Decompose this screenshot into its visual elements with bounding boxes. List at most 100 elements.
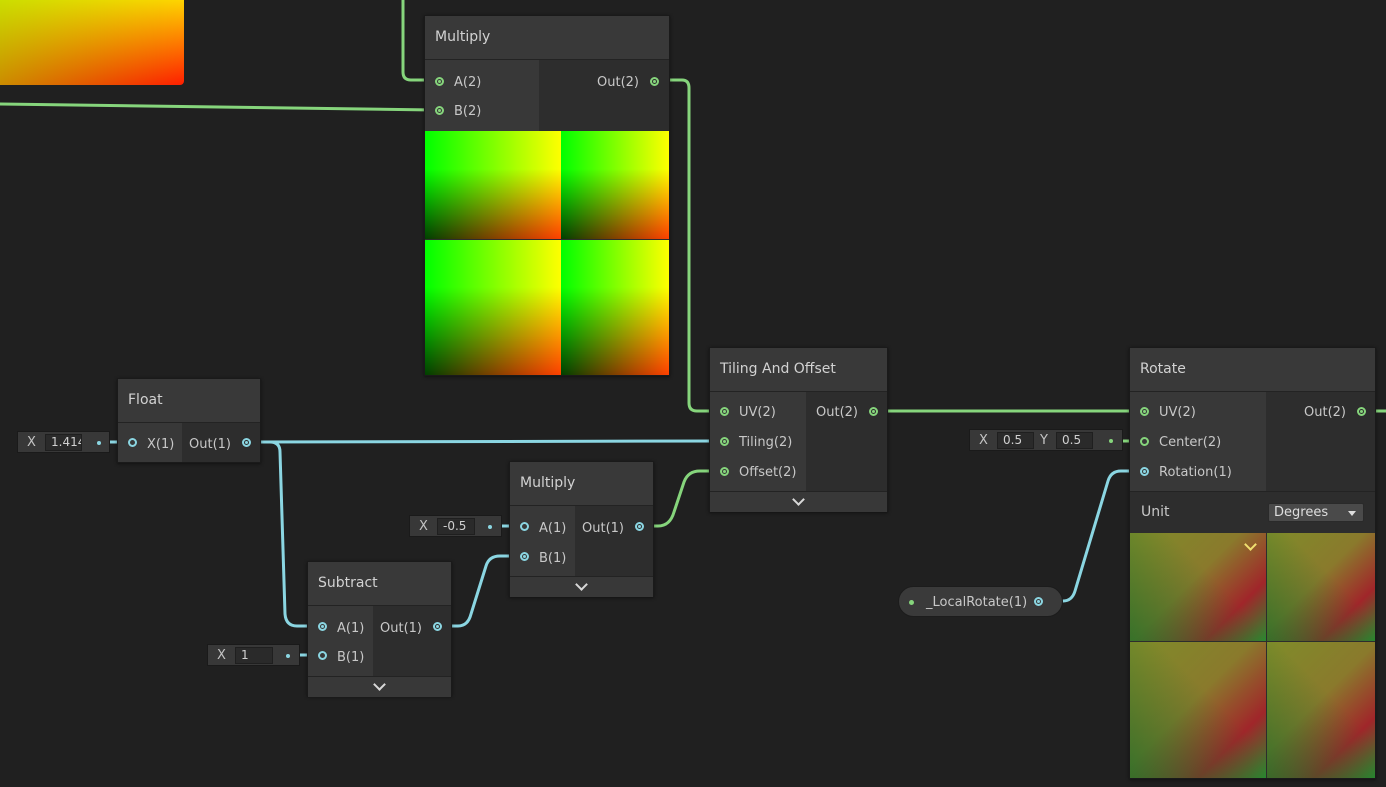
port-a-icon[interactable] <box>520 522 529 531</box>
port-label-b: B(1) <box>539 551 567 566</box>
port-label-offset: Offset(2) <box>739 465 797 480</box>
unit-settings-row: Unit Degrees <box>1130 491 1375 533</box>
field-value-x[interactable]: 1.414 <box>45 434 82 451</box>
port-out-icon[interactable] <box>242 438 251 447</box>
chevron-down-icon <box>791 493 805 506</box>
output-ports: Out(1) <box>575 506 653 576</box>
input-ports: A(1) B(1) <box>510 506 575 576</box>
port-label-rotation: Rotation(1) <box>1159 465 1232 480</box>
input-ports: X(1) <box>118 423 182 462</box>
unit-dropdown-value: Degrees <box>1274 505 1329 520</box>
node-preview <box>1130 533 1375 778</box>
field-value-center-y[interactable]: 0.5 <box>1056 432 1093 449</box>
field-label-x: X <box>217 648 226 663</box>
output-ports: Out(2) <box>806 392 887 491</box>
port-uv-icon[interactable] <box>1140 407 1149 416</box>
node-title: Multiply <box>425 16 669 60</box>
port-uv-icon[interactable] <box>720 407 729 416</box>
port-label-b: B(2) <box>454 104 482 119</box>
port-x-icon[interactable] <box>128 438 137 447</box>
port-rotation-icon[interactable] <box>1140 467 1149 476</box>
multiply-node-small[interactable]: Multiply A(1) B(1) Out(1) <box>509 461 654 597</box>
port-out-icon[interactable] <box>1357 407 1366 416</box>
unit-dropdown[interactable]: Degrees <box>1268 503 1364 522</box>
field-label-x: X <box>419 519 428 534</box>
port-out-icon[interactable] <box>1034 597 1043 606</box>
port-a-icon[interactable] <box>435 77 444 86</box>
port-label-uv: UV(2) <box>1159 405 1196 420</box>
port-label-out: Out(2) <box>1304 405 1346 420</box>
port-out-icon[interactable] <box>869 407 878 416</box>
input-ports: A(2) B(2) <box>425 60 540 131</box>
node-title: Rotate <box>1130 348 1375 392</box>
rotate-node[interactable]: Rotate UV(2) Center(2) Rotation(1) Out(2… <box>1129 347 1376 779</box>
port-center-icon[interactable] <box>1140 437 1149 446</box>
port-a-icon[interactable] <box>318 622 327 631</box>
port-b-icon[interactable] <box>520 552 529 561</box>
output-ports: Out(2) <box>539 60 669 131</box>
float-node[interactable]: Float X(1) Out(1) <box>117 378 261 463</box>
port-label-a: A(1) <box>337 621 365 636</box>
node-preview <box>425 131 669 375</box>
property-label: _LocalRotate(1) <box>926 595 1028 610</box>
output-ports: Out(2) <box>1266 392 1375 491</box>
node-title: Float <box>118 379 260 423</box>
port-label-center: Center(2) <box>1159 435 1222 450</box>
port-label-out: Out(1) <box>189 437 231 452</box>
port-label-out: Out(2) <box>597 75 639 90</box>
port-label-out: Out(1) <box>582 521 624 536</box>
wire-float-to-tiling <box>249 439 722 444</box>
field-value-x[interactable]: 1 <box>235 647 273 664</box>
port-b-icon[interactable] <box>435 106 444 115</box>
port-out-icon[interactable] <box>650 77 659 86</box>
node-title: Tiling And Offset <box>710 348 887 392</box>
output-ports: Out(1) <box>182 423 260 462</box>
port-b-icon[interactable] <box>318 651 327 660</box>
subtract-input-field[interactable]: X 1 <box>207 644 300 666</box>
property-node-local-rotate[interactable]: _LocalRotate(1) <box>898 586 1063 617</box>
field-label-x: X <box>27 435 36 450</box>
expand-toggle[interactable] <box>510 576 653 597</box>
port-label-b: B(1) <box>337 650 365 665</box>
rotate-center-field[interactable]: X 0.5 Y 0.5 <box>969 429 1123 451</box>
port-label-a: A(1) <box>539 521 567 536</box>
multiply-input-field[interactable]: X -0.5 <box>409 515 502 537</box>
input-ports: A(1) B(1) <box>308 606 373 676</box>
property-exposed-icon <box>909 600 914 605</box>
port-label-out: Out(1) <box>380 621 422 636</box>
field-connector-icon <box>488 525 492 529</box>
multiply-node-top[interactable]: Multiply A(2) B(2) Out(2) <box>424 15 670 376</box>
tiling-and-offset-node[interactable]: Tiling And Offset UV(2) Tiling(2) Offset… <box>709 347 888 512</box>
output-ports: Out(1) <box>373 606 451 676</box>
subtract-node[interactable]: Subtract A(1) B(1) Out(1) <box>307 561 452 697</box>
wire-property-to-rotation <box>1041 469 1142 603</box>
port-label-a: A(2) <box>454 75 482 90</box>
port-label-uv: UV(2) <box>739 405 776 420</box>
port-label-out: Out(2) <box>816 405 858 420</box>
float-input-field[interactable]: X 1.414 <box>17 431 110 453</box>
field-value-center-x[interactable]: 0.5 <box>997 432 1034 449</box>
field-label-y: Y <box>1040 433 1048 448</box>
partial-preview-top-left <box>0 0 184 85</box>
port-tiling-icon[interactable] <box>720 437 729 446</box>
wire-left-to-multiply-b <box>0 102 436 112</box>
field-connector-icon <box>97 441 101 445</box>
unit-label: Unit <box>1141 504 1170 520</box>
port-offset-icon[interactable] <box>720 467 729 476</box>
expand-toggle[interactable] <box>710 491 887 512</box>
port-label-tiling: Tiling(2) <box>739 435 793 450</box>
port-out-icon[interactable] <box>635 522 644 531</box>
field-connector-icon <box>286 654 290 658</box>
wire-subtract-to-multiply-b <box>439 554 521 628</box>
port-out-icon[interactable] <box>433 622 442 631</box>
chevron-down-icon <box>574 578 588 591</box>
field-label-x: X <box>979 433 988 448</box>
field-connector-icon <box>1109 439 1113 443</box>
input-ports: UV(2) Tiling(2) Offset(2) <box>710 392 806 491</box>
triangle-down-icon <box>1348 511 1356 516</box>
field-value-x[interactable]: -0.5 <box>437 518 475 535</box>
expand-toggle[interactable] <box>308 676 451 697</box>
port-label-x: X(1) <box>147 437 175 452</box>
node-title: Subtract <box>308 562 451 606</box>
node-title: Multiply <box>510 462 653 506</box>
